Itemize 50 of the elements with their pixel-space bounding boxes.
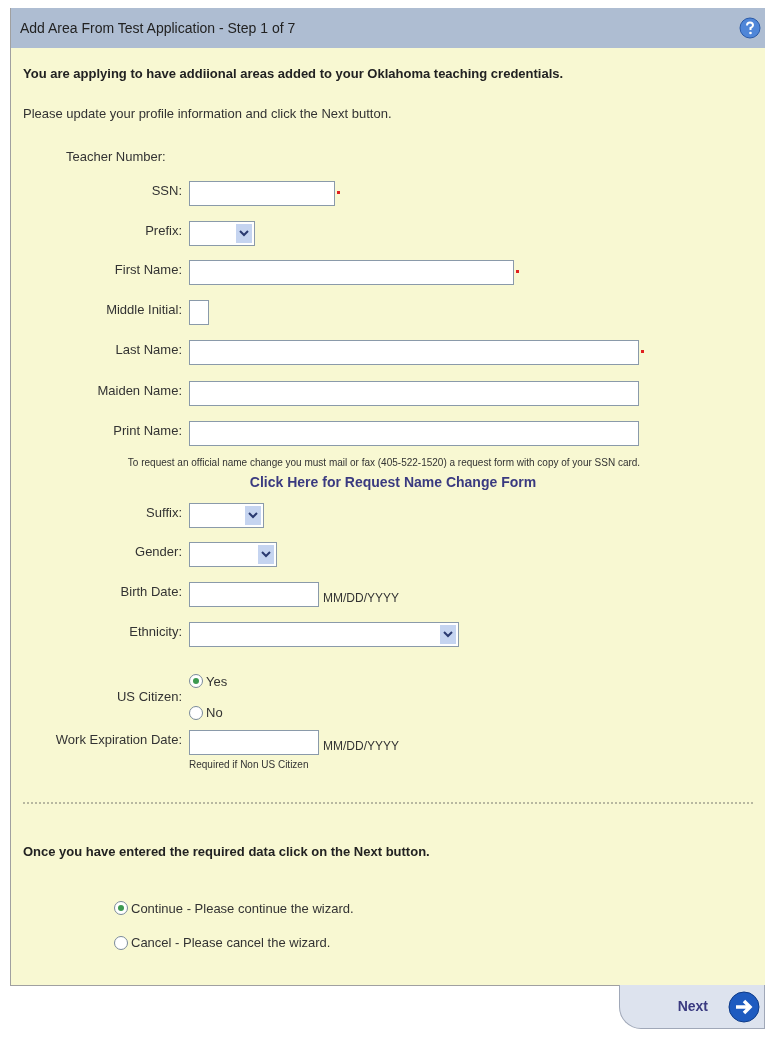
date-field[interactable] bbox=[189, 730, 319, 755]
name-change-note: To request an official name change you must mail or fax (405-522-1520) a request form with copy of your SSN card. bbox=[126, 456, 642, 470]
next-button[interactable]: Next bbox=[619, 985, 765, 1029]
field-label: Maiden Name: bbox=[97, 382, 182, 400]
input-field[interactable] bbox=[189, 340, 639, 365]
help-icon[interactable] bbox=[739, 17, 761, 39]
select-field[interactable] bbox=[189, 221, 255, 246]
select-field[interactable] bbox=[189, 622, 459, 647]
field-label: Prefix: bbox=[145, 222, 182, 240]
name-change-link[interactable]: Click Here for Request Name Change Form bbox=[249, 472, 537, 493]
field-label: Ethnicity: bbox=[129, 623, 182, 641]
input-field[interactable] bbox=[189, 181, 335, 206]
instruction-text: Please update your profile information and click the Next button. bbox=[23, 104, 393, 123]
radio-button[interactable] bbox=[189, 705, 203, 720]
radio-label: Continue - Please continue the wizard. bbox=[131, 899, 354, 918]
field-label: Birth Date: bbox=[120, 583, 182, 601]
field-label: Middle Initial: bbox=[106, 301, 182, 319]
input-field[interactable] bbox=[189, 421, 639, 446]
field-label: Gender: bbox=[135, 543, 182, 561]
arrow-right-icon bbox=[728, 990, 760, 1023]
field-label: Suffix: bbox=[146, 504, 182, 522]
date-field[interactable] bbox=[189, 582, 319, 607]
radio-label: No bbox=[206, 704, 223, 722]
field-hint: Required if Non US Citizen bbox=[189, 758, 310, 772]
field-label: First Name: bbox=[114, 261, 182, 279]
radio-button[interactable] bbox=[114, 935, 128, 950]
field-label: SSN: bbox=[151, 182, 182, 200]
field-label: US Citizen: bbox=[116, 688, 182, 707]
intro-text: You are applying to have addiional areas added to your Oklahoma teaching credentials. bbox=[23, 65, 565, 83]
input-field[interactable] bbox=[189, 381, 639, 406]
radio-label: Cancel - Please cancel the wizard. bbox=[131, 934, 331, 952]
input-field[interactable] bbox=[189, 300, 209, 325]
window-title: Add Area From Test Application - Step 1 of 7 bbox=[20, 18, 296, 38]
radio-label: Yes bbox=[206, 672, 228, 691]
select-field[interactable] bbox=[189, 542, 277, 567]
input-field[interactable] bbox=[189, 260, 514, 285]
field-label: Print Name: bbox=[113, 422, 182, 440]
chevron-down-icon bbox=[236, 224, 252, 243]
date-format: MM/DD/YYYY bbox=[323, 590, 399, 607]
chevron-down-icon bbox=[258, 545, 274, 564]
date-format: MM/DD/YYYY bbox=[323, 738, 399, 755]
footer-text: Once you have entered the required data click on the Next button. bbox=[22, 843, 431, 861]
field-label: Last Name: bbox=[115, 341, 182, 359]
select-field[interactable] bbox=[189, 503, 264, 528]
radio-button[interactable] bbox=[114, 901, 128, 916]
chevron-down-icon bbox=[245, 506, 261, 525]
radio-button[interactable] bbox=[189, 674, 203, 689]
field-label: Work Expiration Date: bbox=[55, 731, 182, 749]
chevron-down-icon bbox=[440, 625, 456, 644]
field-label: Teacher Number: bbox=[66, 148, 166, 166]
